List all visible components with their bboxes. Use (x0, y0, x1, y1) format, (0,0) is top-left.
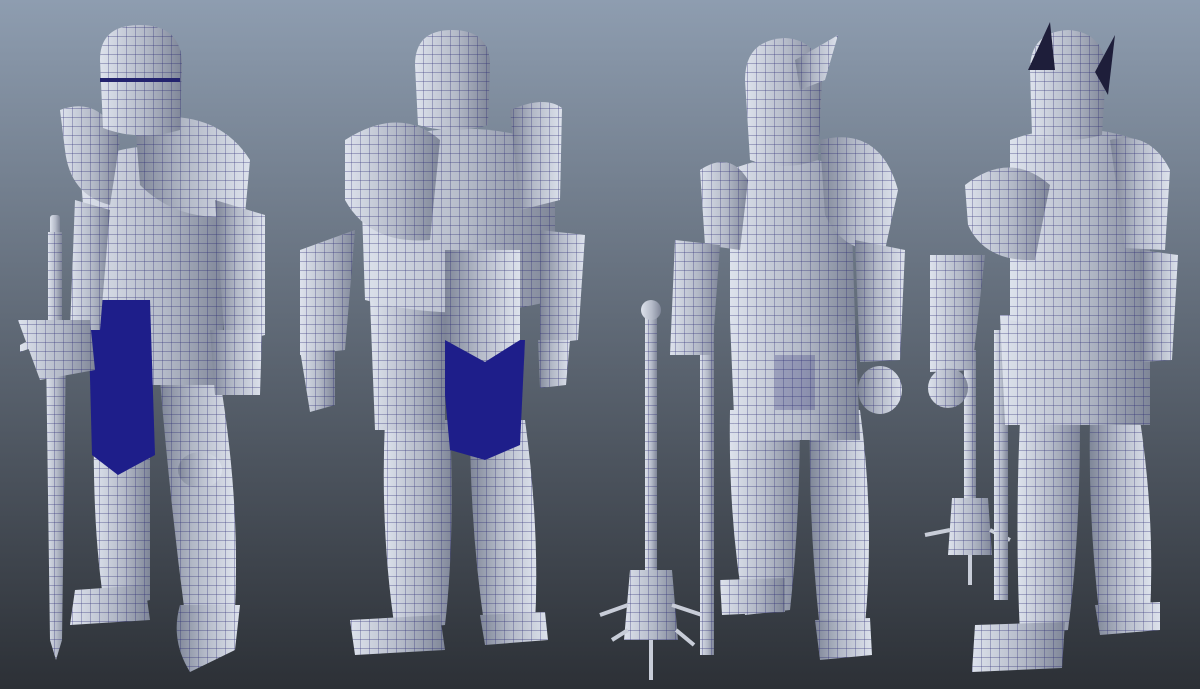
wireframe-scene (0, 0, 1200, 689)
3d-viewport[interactable] (0, 0, 1200, 689)
